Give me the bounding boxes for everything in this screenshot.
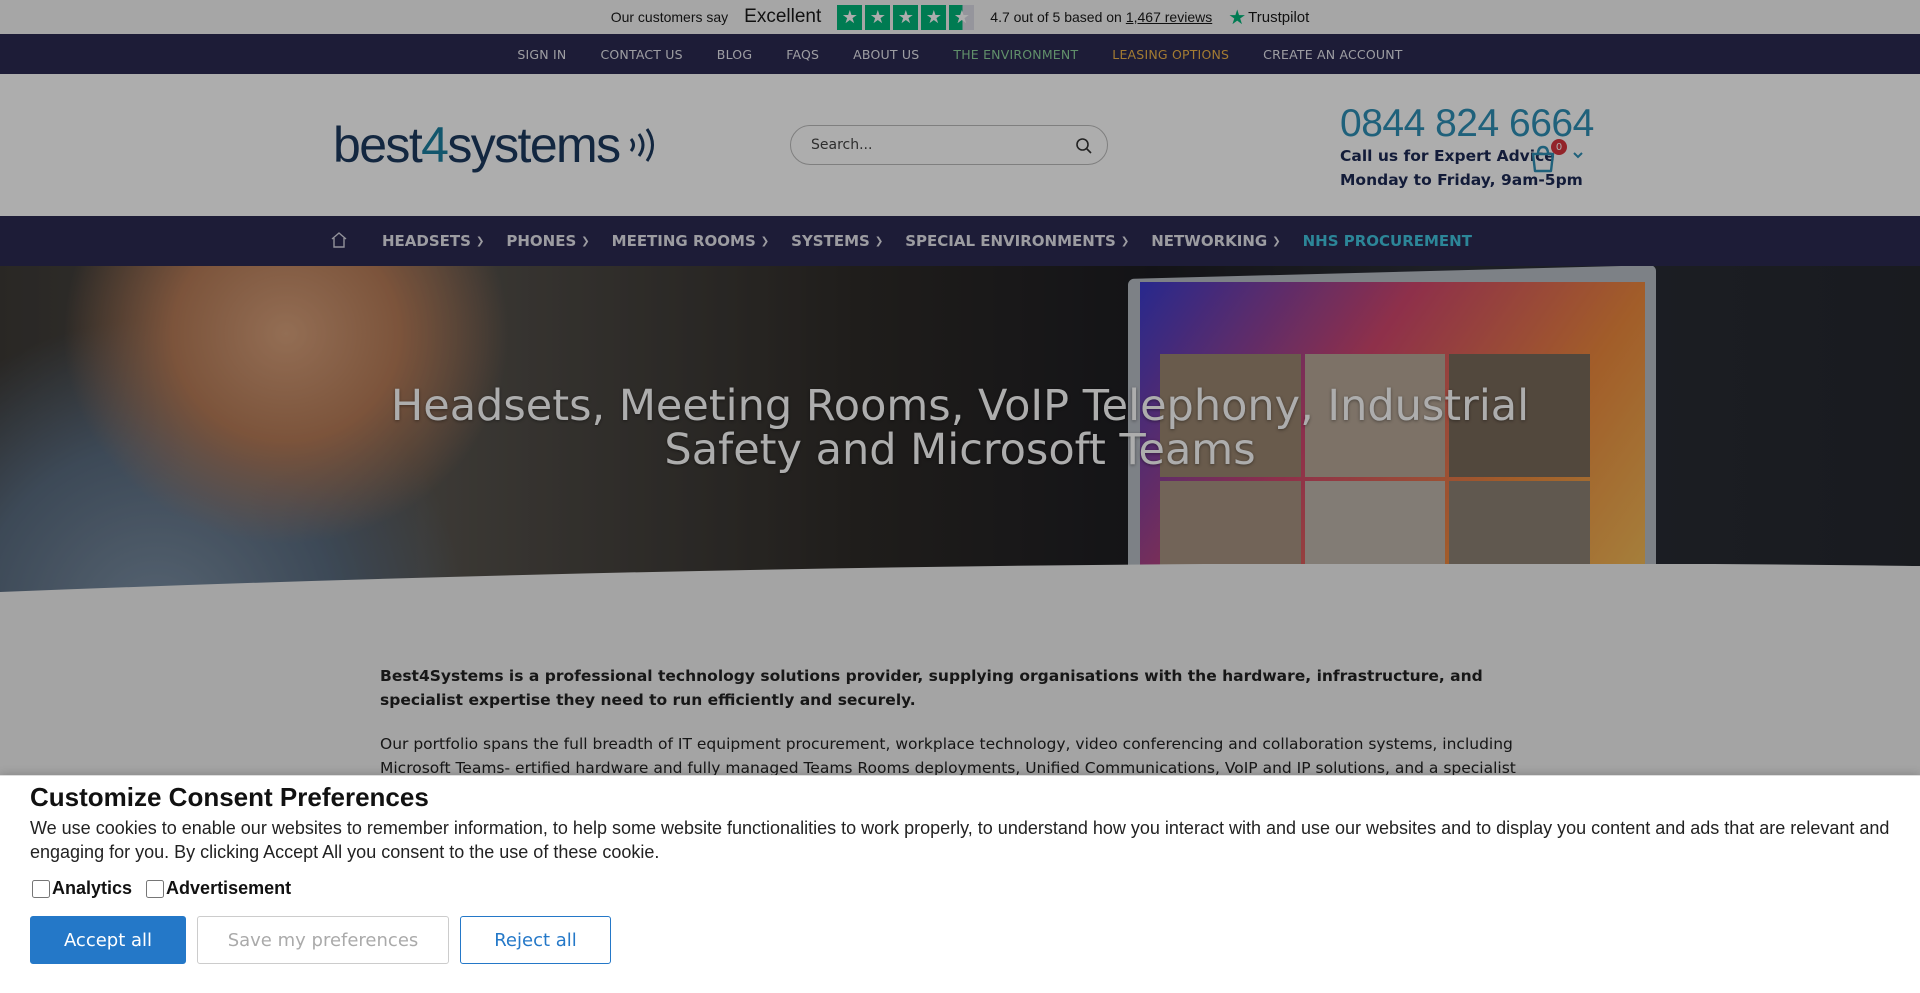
- save-preferences-button[interactable]: Save my preferences: [197, 916, 449, 964]
- reject-all-button[interactable]: Reject all: [460, 916, 611, 964]
- accept-all-button[interactable]: Accept all: [30, 916, 186, 964]
- cookie-description: We use cookies to enable our websites to…: [30, 818, 1890, 862]
- analytics-checkbox-label[interactable]: Analytics: [32, 878, 132, 899]
- cookie-consent-banner: Customize Consent Preferences We use coo…: [0, 775, 1920, 993]
- advertisement-checkbox-label[interactable]: Advertisement: [146, 878, 291, 899]
- advertisement-checkbox[interactable]: [146, 879, 165, 898]
- analytics-checkbox[interactable]: [32, 879, 50, 898]
- cookie-category-checkboxes: Analytics Advertisement: [32, 878, 305, 899]
- cookie-title: Customize Consent Preferences: [30, 782, 429, 812]
- modal-backdrop: [0, 0, 1920, 775]
